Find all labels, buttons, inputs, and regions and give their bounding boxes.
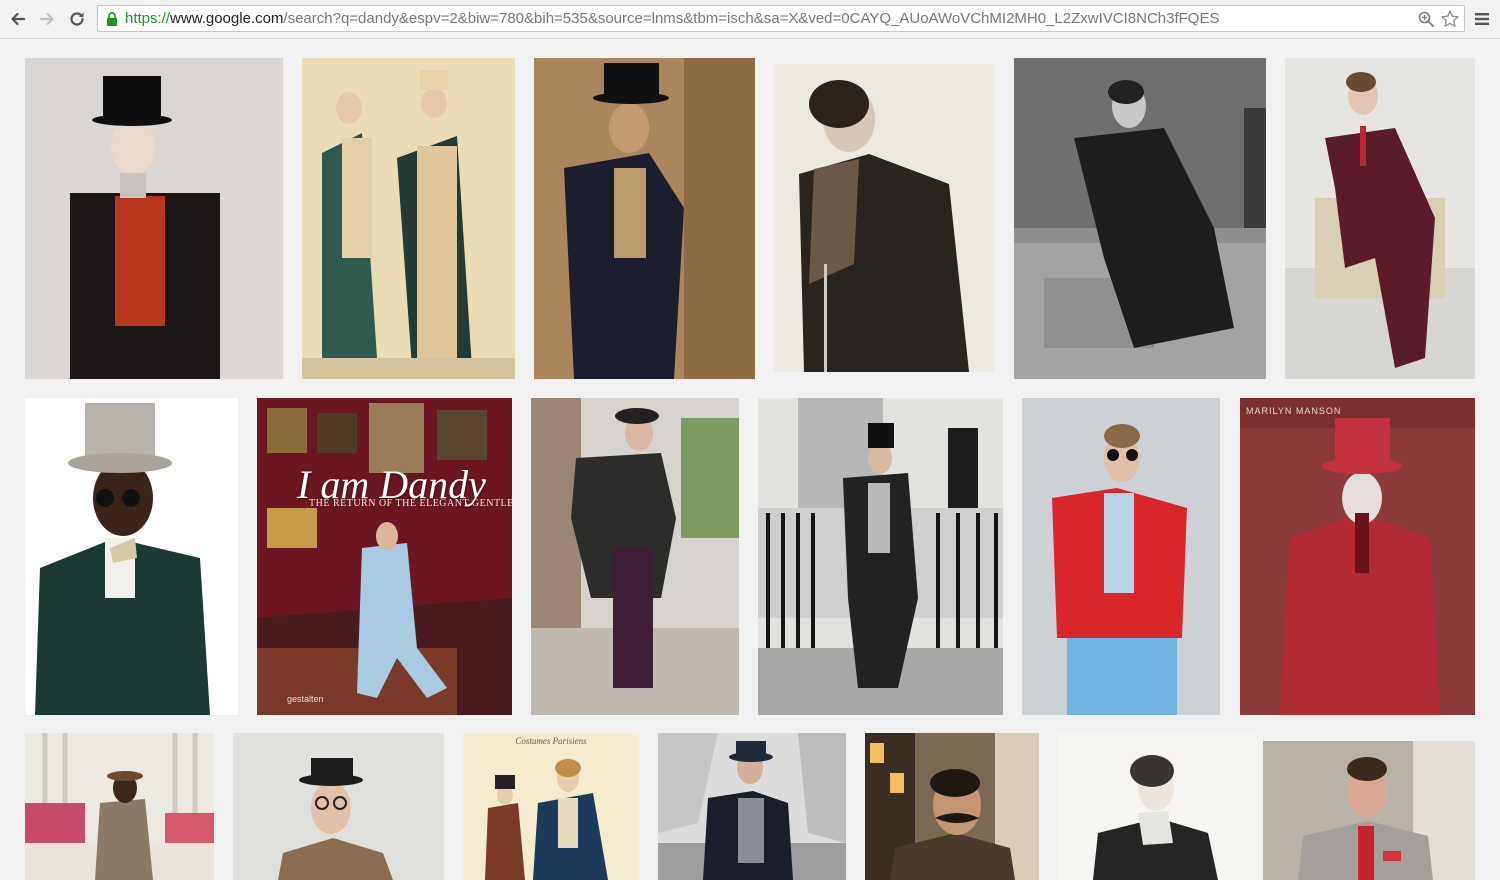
image-thumbnail [302,58,515,379]
star-icon [1441,10,1459,27]
image-thumbnail [1285,58,1475,379]
image-result-9[interactable] [531,398,739,715]
image-thumbnail [658,733,846,880]
image-thumbnail [1058,733,1257,880]
image-thumbnail [25,398,238,715]
zoom-icon [1418,11,1434,27]
image-thumbnail [463,733,639,880]
image-thumbnail [1240,398,1475,715]
image-thumbnail [1014,58,1266,379]
back-button[interactable] [6,7,30,31]
zoom-button[interactable] [1416,9,1436,29]
url-path: /search?q=dandy&espv=2&biw=780&bih=535&s… [283,10,1220,27]
image-thumbnail [25,733,214,880]
image-thumbnail [758,398,1003,715]
image-result-8[interactable]: I am Dandy THE RETURN OF THE ELEGANT GEN… [257,398,512,715]
image-result-12[interactable]: MARILYN MANSON [1240,398,1475,715]
image-result-15[interactable]: Costumes Parisiens [463,733,639,880]
image-thumbnail [534,58,755,379]
url-scheme: https:// [125,10,171,27]
lock-icon [107,12,117,26]
url-host: www.google.com [170,10,284,27]
image-result-7[interactable] [25,398,238,715]
image-result-17[interactable] [865,733,1039,880]
image-thumbnail [865,733,1039,880]
address-bar[interactable]: https://www.google.com/search?q=dandy&es… [97,5,1465,32]
browser-menu-button[interactable] [1471,8,1493,30]
image-result-2[interactable] [302,58,515,379]
hamburger-menu-icon [1475,13,1489,25]
image-result-4[interactable] [774,64,995,372]
reload-icon [70,12,84,26]
image-thumbnail [1263,741,1475,880]
forward-button[interactable] [35,7,59,31]
image-result-16[interactable] [658,733,846,880]
image-result-1[interactable] [25,58,283,379]
image-result-14[interactable] [233,733,444,880]
image-results-grid: I am Dandy THE RETURN OF THE ELEGANT GEN… [0,39,1500,880]
url-text[interactable]: https://www.google.com/search?q=dandy&es… [125,6,1219,31]
reload-button[interactable] [65,7,89,31]
image-result-19[interactable] [1263,741,1475,880]
image-thumbnail [1022,398,1220,715]
arrow-left-icon [11,12,26,26]
image-thumbnail [531,398,739,715]
image-result-13[interactable] [25,733,214,880]
image-result-18[interactable] [1058,733,1257,880]
arrow-right-icon [39,12,54,26]
image-thumbnail [25,58,283,379]
image-result-5[interactable] [1014,58,1266,379]
browser-toolbar: https://www.google.com/search?q=dandy&es… [0,0,1500,39]
image-result-10[interactable] [758,398,1003,715]
image-result-3[interactable] [534,58,755,379]
image-result-6[interactable] [1285,58,1475,379]
image-thumbnail [233,733,444,880]
bookmark-star-button[interactable] [1440,9,1460,29]
image-thumbnail [774,64,995,372]
image-thumbnail [257,398,512,715]
image-result-11[interactable] [1022,398,1220,715]
